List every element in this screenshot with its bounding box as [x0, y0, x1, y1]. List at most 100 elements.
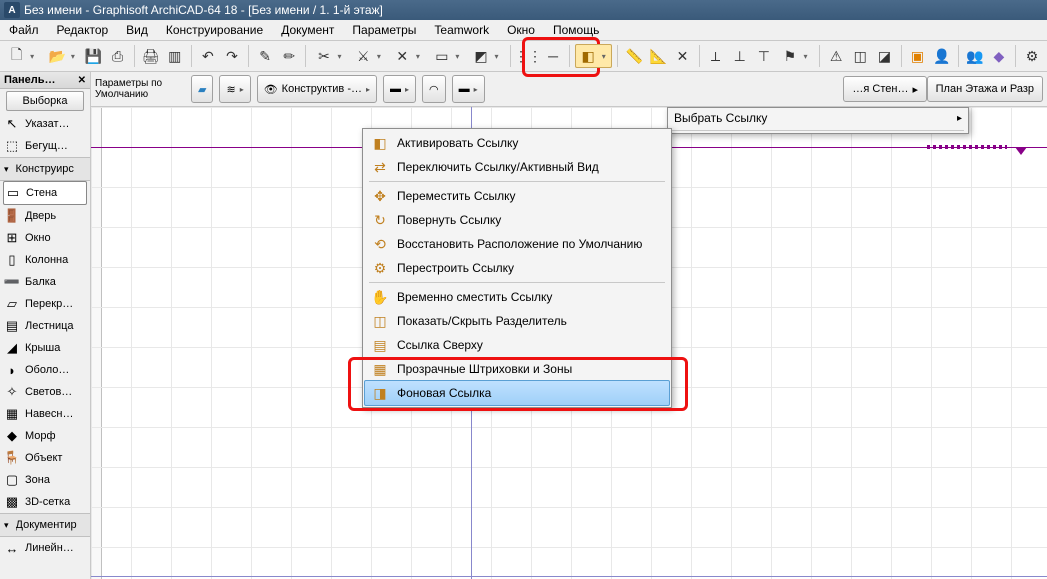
boxsel-icon: ▣: [911, 48, 924, 65]
undo-button[interactable]: ↶: [197, 44, 219, 68]
menu-file[interactable]: Файл: [0, 21, 48, 39]
tool-slab[interactable]: ▱Перекр…: [0, 293, 90, 315]
menu-teamwork[interactable]: Teamwork: [425, 21, 498, 39]
tool-column[interactable]: ▯Колонна: [0, 249, 90, 271]
boxsel-button[interactable]: ▣: [906, 44, 928, 68]
view-mode-button[interactable]: 👁 Конструктив -… ▸: [257, 75, 377, 103]
tool-label: Колонна: [25, 254, 86, 266]
inject-button[interactable]: ✏: [278, 44, 300, 68]
profile-button[interactable]: ▬▸: [452, 75, 485, 103]
person-button[interactable]: 👤: [931, 44, 953, 68]
tool-label: Стена: [26, 187, 85, 199]
tool-roof[interactable]: ◢Крыша: [0, 337, 90, 359]
tool-door[interactable]: 🚪Дверь: [0, 205, 90, 227]
submenu-item-bg[interactable]: ◨Фоновая Ссылка: [364, 380, 670, 406]
menu-edit[interactable]: Редактор: [48, 21, 118, 39]
tape-button[interactable]: 📐: [647, 44, 669, 68]
menu-view[interactable]: Вид: [117, 21, 157, 39]
nav-wall-button[interactable]: …я Стен…▸: [843, 76, 927, 102]
layer-button[interactable]: ≋▸: [219, 75, 250, 103]
tool-dim[interactable]: ↔Линейн…: [0, 537, 90, 559]
redo-button[interactable]: ↷: [221, 44, 243, 68]
submenu-item-rebuild[interactable]: ⚙Перестроить Ссылку: [365, 256, 669, 280]
submenu-item-split[interactable]: ◫Показать/Скрыть Разделитель: [365, 309, 669, 333]
menu-help[interactable]: Помощь: [544, 21, 608, 39]
corner-button[interactable]: ◪: [873, 44, 895, 68]
menu-bar: Файл Редактор Вид Конструирование Докуме…: [0, 20, 1047, 41]
tool-skylight[interactable]: ✧Светов…: [0, 381, 90, 403]
tool-stair[interactable]: ▤Лестница: [0, 315, 90, 337]
submenu-item-temp[interactable]: ✋Временно сместить Ссылку: [365, 285, 669, 309]
line1-button[interactable]: ─: [542, 44, 564, 68]
submenu-item-toggle[interactable]: ⇄Переключить Ссылку/Активный Вид: [365, 155, 669, 179]
tool-shell[interactable]: ◗Оболо…: [0, 359, 90, 381]
tool-window[interactable]: ⊞Окно: [0, 227, 90, 249]
anchor4-button[interactable]: ⚑▾: [777, 44, 814, 68]
tool-wall[interactable]: ▭Стена: [3, 181, 87, 205]
tool-mesh[interactable]: ▩3D-сетка: [0, 491, 90, 513]
dots1-button[interactable]: ⋮⋮: [516, 44, 540, 68]
tool-curtain[interactable]: ▦Навесн…: [0, 403, 90, 425]
ruler-button[interactable]: 📏: [623, 44, 645, 68]
dd-select-reference[interactable]: Выбрать Ссылку ▸: [668, 108, 968, 128]
new-button[interactable]: 🗋▾: [4, 44, 41, 68]
layout-icon: ▥: [168, 48, 181, 65]
toolbox-close-icon[interactable]: ✕: [78, 75, 86, 86]
submenu-item-top[interactable]: ▤Ссылка Сверху: [365, 333, 669, 357]
arc-button[interactable]: ◠: [422, 75, 446, 103]
tool-marquee[interactable]: ⬚Бегущ…: [0, 135, 90, 157]
team1-button[interactable]: 👥: [964, 44, 986, 68]
layout-button[interactable]: ▥: [164, 44, 186, 68]
menu-document[interactable]: Документ: [272, 21, 343, 39]
submenu-item-move[interactable]: ✥Переместить Ссылку: [365, 184, 669, 208]
tool-cursor[interactable]: ↖Указат…: [0, 113, 90, 135]
tool-zone[interactable]: ▢Зона: [0, 469, 90, 491]
wall-preview-button[interactable]: ▰: [191, 75, 213, 103]
menu-design[interactable]: Конструирование: [157, 21, 272, 39]
team2-button[interactable]: ◆: [988, 44, 1010, 68]
open-button[interactable]: 📂▾: [43, 44, 80, 68]
align-button[interactable]: ◫: [849, 44, 871, 68]
submenu-item-rotate[interactable]: ↻Повернуть Ссылку: [365, 208, 669, 232]
cut3-button[interactable]: ✕▾: [390, 44, 427, 68]
submenu-item-transp[interactable]: ▦Прозрачные Штриховки и Зоны: [365, 357, 669, 381]
tool-label: Балка: [25, 276, 86, 288]
pick-button[interactable]: ✎: [254, 44, 276, 68]
submenu-item-activate[interactable]: ◧Активировать Ссылку: [365, 131, 669, 155]
tool-label: Морф: [25, 430, 86, 442]
trace-submenu: ◧Активировать Ссылку⇄Переключить Ссылку/…: [362, 128, 672, 408]
plot-button[interactable]: ⎙: [106, 44, 128, 68]
anchor2-button[interactable]: ⊥: [729, 44, 751, 68]
print-button[interactable]: 🖨: [140, 44, 162, 68]
bg-icon: ◨: [371, 384, 389, 402]
menu-window[interactable]: Окно: [498, 21, 544, 39]
submenu-label: Прозрачные Штриховки и Зоны: [397, 362, 572, 376]
anchor1-button[interactable]: ⟂: [705, 44, 727, 68]
object-icon: 🪑: [4, 450, 20, 466]
submenu-arrow-icon: ▸: [957, 113, 962, 124]
cut5-button[interactable]: ◩▾: [468, 44, 505, 68]
suspend-button[interactable]: ⚠: [825, 44, 847, 68]
title-bar: A Без имени - Graphisoft ArchiCAD-64 18 …: [0, 0, 1047, 20]
submenu-item-restore[interactable]: ⟲Восстановить Расположение по Умолчанию: [365, 232, 669, 256]
tool-object[interactable]: 🪑Объект: [0, 447, 90, 469]
file-icon: 🗋: [11, 44, 22, 68]
tool-label: Линейн…: [25, 542, 86, 554]
axis-marker: [927, 145, 1007, 149]
height-button[interactable]: ▬▸: [383, 75, 416, 103]
drawing-canvas[interactable]: Выбрать Ссылку ▸ ◧Активировать Ссылку⇄Пе…: [91, 107, 1047, 579]
tool-morph[interactable]: ◆Морф: [0, 425, 90, 447]
cut4-button[interactable]: ▭▾: [429, 44, 466, 68]
menu-options[interactable]: Параметры: [343, 21, 425, 39]
del-button[interactable]: ✕: [671, 44, 693, 68]
trace-reference-button[interactable]: ◧▾: [575, 44, 612, 68]
tool-beam[interactable]: ➖Балка: [0, 271, 90, 293]
cut2-button[interactable]: ⚔▾: [350, 44, 387, 68]
anchor3-button[interactable]: ⊤: [753, 44, 775, 68]
save-button[interactable]: 💾: [82, 44, 104, 68]
end-button[interactable]: ⚙: [1021, 44, 1043, 68]
cut1-button[interactable]: ✂▾: [311, 44, 348, 68]
profile-icon: ▬: [459, 83, 470, 95]
selector-button[interactable]: Выборка: [6, 91, 84, 111]
nav-plan-button[interactable]: План Этажа и Разр: [927, 76, 1043, 102]
